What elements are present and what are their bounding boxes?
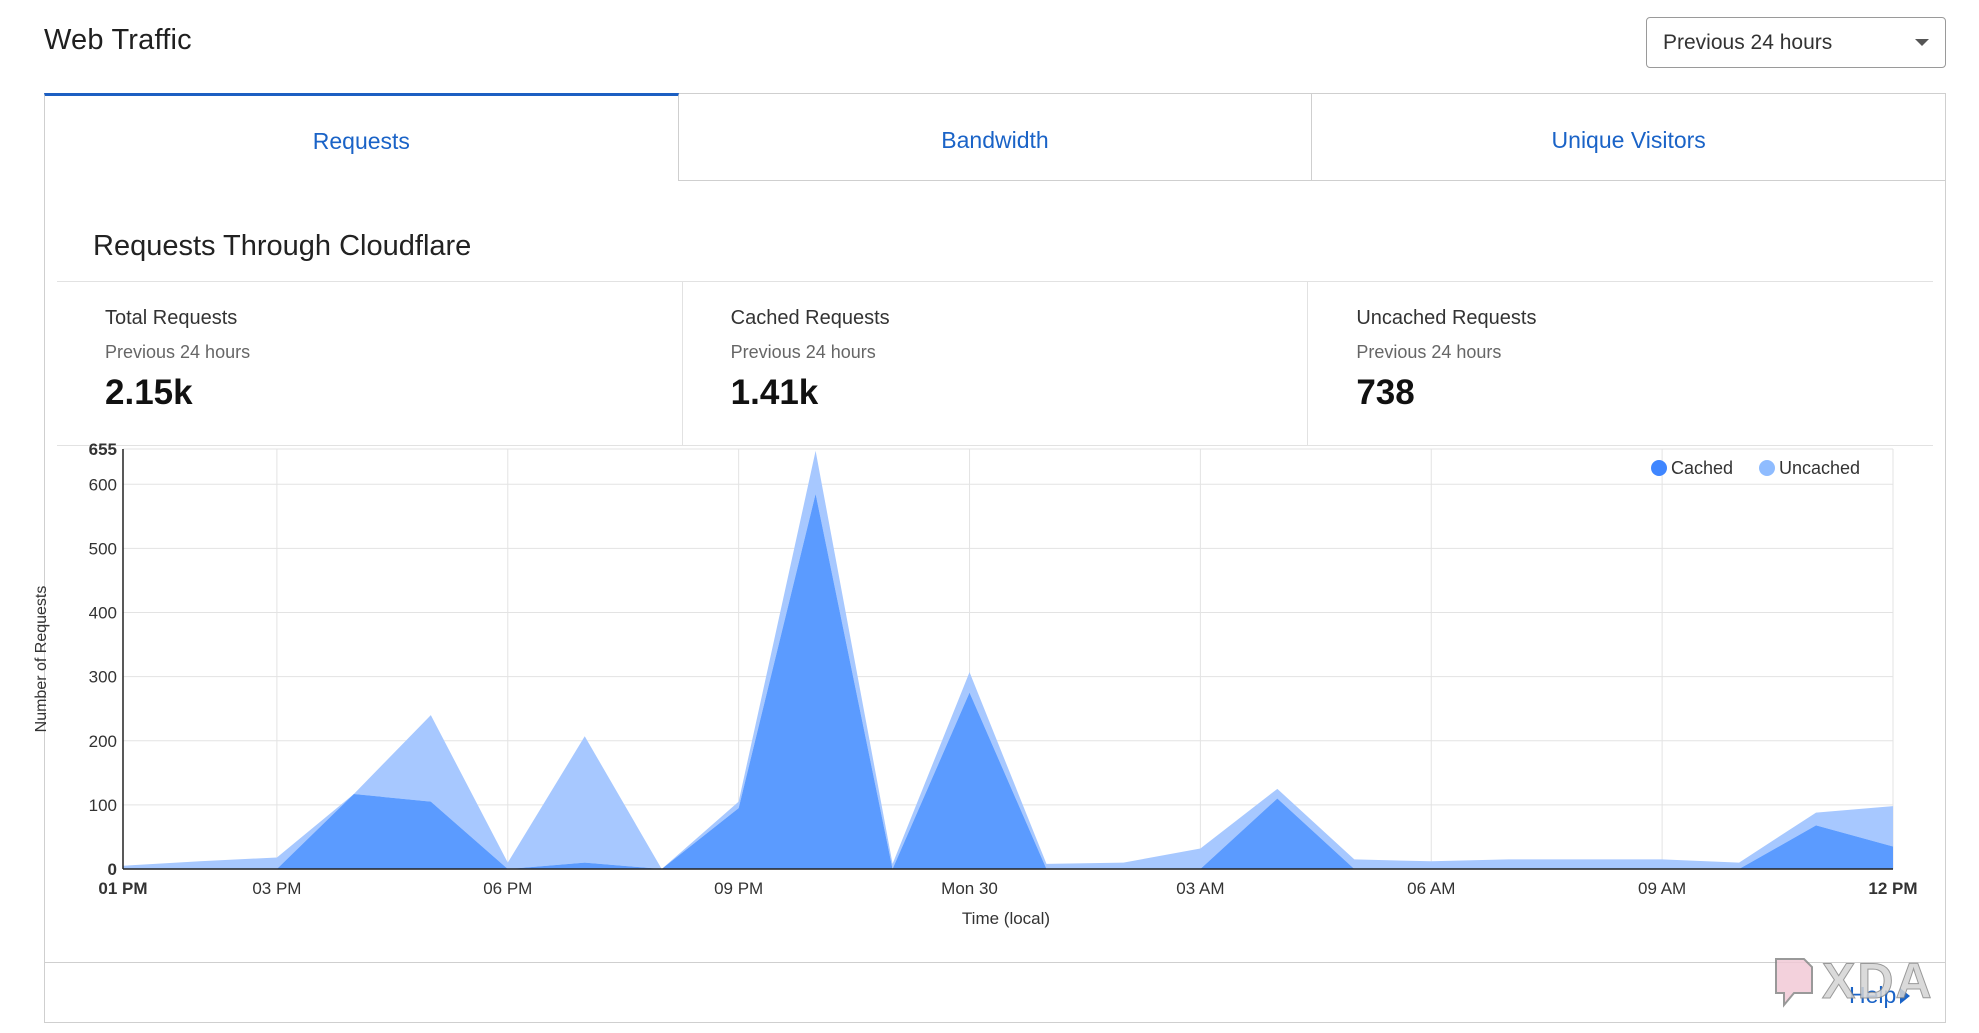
legend-label-cached: Cached bbox=[1671, 458, 1733, 478]
y-tick-label: 500 bbox=[89, 539, 117, 558]
y-tick-label: 600 bbox=[89, 475, 117, 494]
x-tick-label: 06 PM bbox=[483, 879, 532, 898]
y-axis-label: Number of Requests bbox=[33, 586, 50, 733]
x-tick-label: Mon 30 bbox=[941, 879, 998, 898]
watermark-text: XDA bbox=[1822, 953, 1934, 1010]
x-tick-label: 09 AM bbox=[1638, 879, 1686, 898]
x-tick-label: 09 PM bbox=[714, 879, 763, 898]
xda-watermark: XDA bbox=[1772, 950, 1962, 1012]
y-tick-label: 100 bbox=[89, 796, 117, 815]
x-tick-label: 01 PM bbox=[98, 879, 147, 898]
xda-logo-icon bbox=[1775, 958, 1813, 1008]
x-axis-label: Time (local) bbox=[962, 909, 1050, 928]
x-tick-label: 03 AM bbox=[1176, 879, 1224, 898]
y-tick-label: 200 bbox=[89, 732, 117, 751]
y-tick-label: 400 bbox=[89, 604, 117, 623]
legend-swatch-uncached bbox=[1759, 460, 1775, 476]
y-tick-label: 300 bbox=[89, 668, 117, 687]
x-tick-label: 12 PM bbox=[1868, 879, 1917, 898]
legend-label-uncached: Uncached bbox=[1779, 458, 1860, 478]
x-tick-label: 06 AM bbox=[1407, 879, 1455, 898]
y-tick-label: 655 bbox=[89, 440, 117, 459]
x-tick-label: 03 PM bbox=[252, 879, 301, 898]
area-cached bbox=[123, 493, 1893, 869]
legend-swatch-cached bbox=[1651, 460, 1667, 476]
footer-divider bbox=[44, 962, 1946, 963]
y-tick-label: 0 bbox=[108, 860, 117, 879]
requests-chart: 0 100 200 300 400 500 600 655 01 PM 03 PM 06 PM 09 … bbox=[33, 440, 1918, 928]
